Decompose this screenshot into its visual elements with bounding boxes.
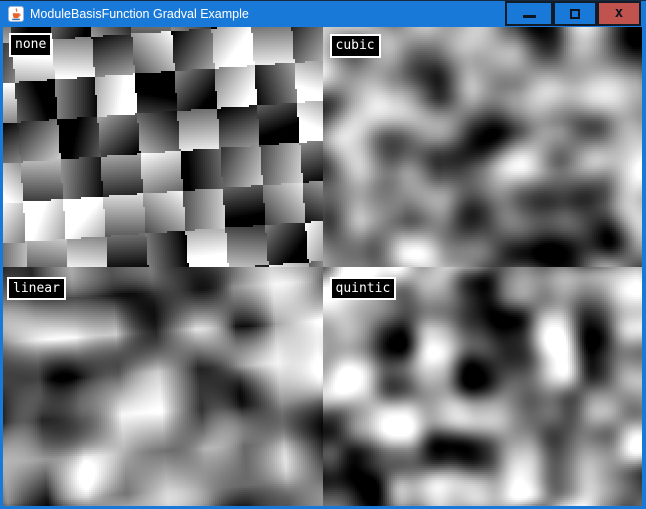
- close-button[interactable]: x: [597, 1, 641, 26]
- noise-canvas-quintic: [323, 267, 643, 507]
- noise-panel-cubic: cubic: [323, 27, 643, 267]
- noise-panel-none: none: [3, 27, 323, 267]
- minimize-icon: [523, 15, 536, 18]
- noise-grid: none cubic linear quintic: [3, 27, 642, 506]
- java-coffee-cup-icon: [8, 6, 24, 22]
- noise-canvas-cubic: [323, 27, 643, 267]
- noise-canvas-linear: [3, 267, 323, 507]
- app-window: ModuleBasisFunction Gradval Example x no…: [0, 0, 646, 509]
- noise-panel-linear: linear: [3, 267, 323, 507]
- noise-panel-quintic: quintic: [323, 267, 643, 507]
- maximize-icon: [570, 9, 580, 19]
- noise-canvas-none: [3, 27, 323, 267]
- panel-label-linear: linear: [7, 277, 66, 301]
- window-title: ModuleBasisFunction Gradval Example: [30, 1, 249, 27]
- close-icon: x: [615, 6, 623, 20]
- maximize-button[interactable]: [553, 1, 597, 26]
- panel-label-none: none: [9, 33, 52, 57]
- panel-label-quintic: quintic: [330, 277, 397, 301]
- minimize-button[interactable]: [505, 1, 553, 26]
- titlebar[interactable]: ModuleBasisFunction Gradval Example x: [0, 1, 646, 27]
- panel-label-cubic: cubic: [330, 34, 381, 58]
